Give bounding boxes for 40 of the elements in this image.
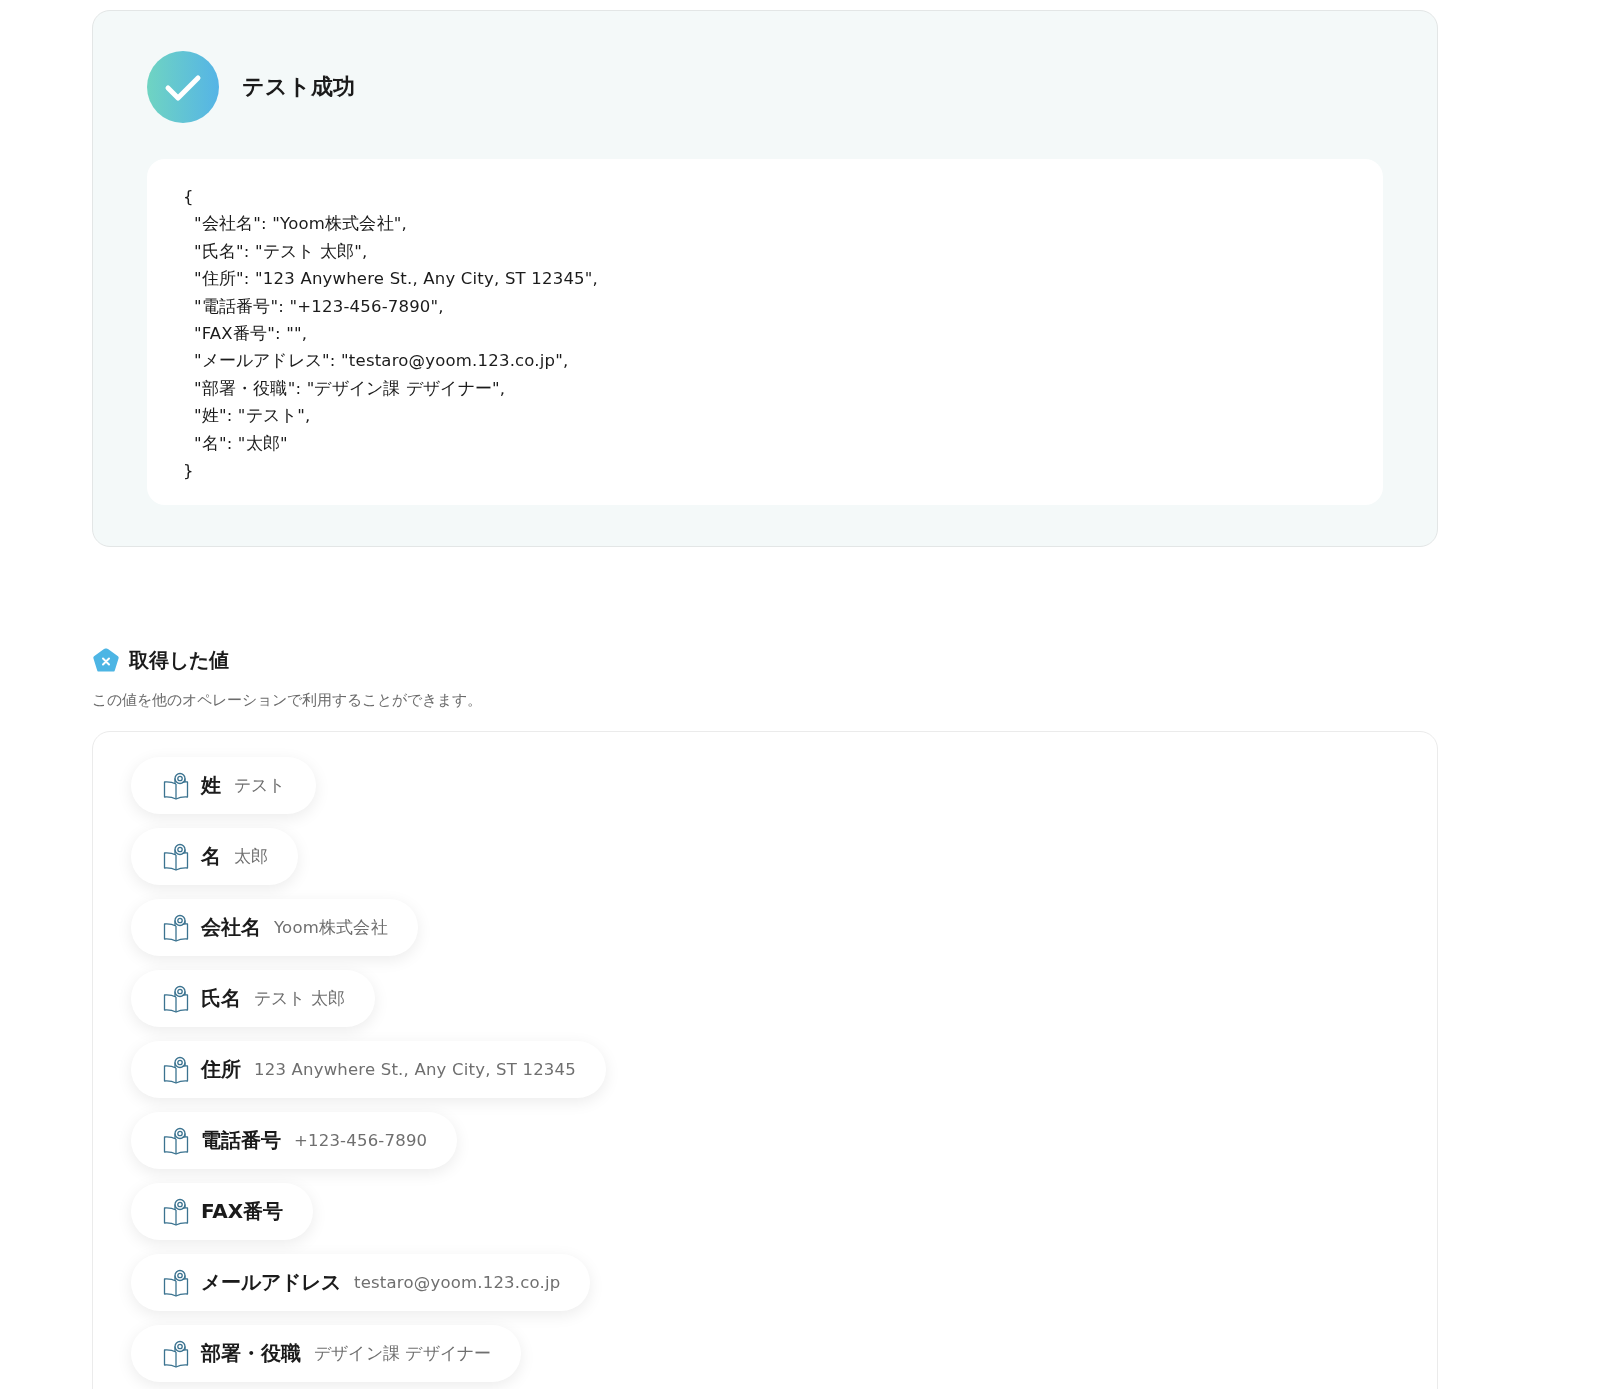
value-chip[interactable]: メールアドレス testaro@yoom.123.co.jp [131, 1254, 591, 1312]
value-label: 氏名 [201, 985, 241, 1013]
open-book-icon [163, 1055, 189, 1084]
open-book-icon [163, 1268, 189, 1297]
value-text: テスト [234, 774, 286, 797]
open-book-icon [163, 1126, 189, 1155]
value-label: メールアドレス [201, 1269, 341, 1297]
value-chip[interactable]: 氏名 テスト 太郎 [131, 970, 376, 1028]
value-text: テスト 太郎 [254, 987, 346, 1010]
value-label: FAX番号 [201, 1198, 284, 1226]
section-title: 取得した値 [129, 647, 229, 675]
value-label: 姓 [201, 772, 221, 800]
value-chip[interactable]: 住所 123 Anywhere St., Any City, ST 12345 [131, 1041, 606, 1099]
pentagon-icon [92, 646, 120, 674]
value-label: 住所 [201, 1056, 241, 1084]
open-book-icon [163, 842, 189, 871]
value-text: 123 Anywhere St., Any City, ST 12345 [254, 1060, 576, 1080]
value-label: 電話番号 [201, 1127, 281, 1155]
section-description: この値を他のオペレーションで利用することができます。 [92, 690, 483, 711]
value-chip[interactable]: 部署・役職 デザイン課 デザイナー [131, 1325, 522, 1383]
open-book-icon [163, 913, 189, 942]
open-book-icon [163, 984, 189, 1013]
value-chip[interactable]: 電話番号 +123-456-7890 [131, 1112, 458, 1170]
value-text: +123-456-7890 [294, 1131, 428, 1151]
value-chip[interactable]: 名 太郎 [131, 828, 299, 886]
value-chip[interactable]: 姓 テスト [131, 757, 316, 815]
value-label: 部署・役職 [201, 1340, 301, 1368]
value-label: 名 [201, 843, 221, 871]
open-book-icon [163, 1339, 189, 1368]
open-book-icon [163, 771, 189, 800]
result-title: テスト成功 [242, 73, 355, 101]
value-text: testaro@yoom.123.co.jp [354, 1273, 561, 1293]
value-text: Yoom株式会社 [274, 916, 388, 939]
value-chip[interactable]: 会社名 Yoom株式会社 [131, 899, 418, 957]
value-text: デザイン課 デザイナー [314, 1342, 492, 1365]
value-label: 会社名 [201, 914, 261, 942]
open-book-icon [163, 1197, 189, 1226]
json-output: { "会社名": "Yoom株式会社", "氏名": "テスト 太郎", "住所": "123 Anywhere St., Any City, ST 12345", "電話番号": "+123-456-7890", "FAX番号": "", "メールアドレス": "testaro@yoom.123.co.jp", "部署・役職": "デザイン課 デザイナー", "姓": "テスト", "名": "太郎" } [147, 159, 1383, 506]
value-chip[interactable]: FAX番号 [131, 1183, 314, 1241]
value-text: 太郎 [234, 845, 269, 868]
